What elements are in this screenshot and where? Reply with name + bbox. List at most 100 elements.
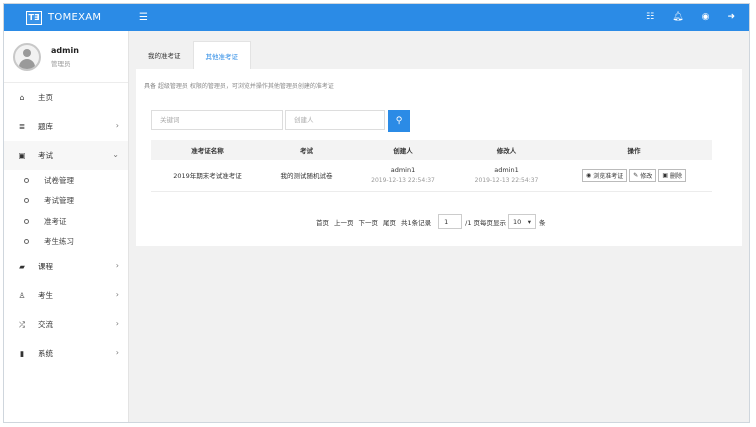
- column-header-name: 准考证名称: [191, 147, 224, 155]
- submenu-item-admission-ticket[interactable]: 准考证: [4, 211, 128, 232]
- circle-icon: [24, 198, 29, 204]
- chevron-right-icon: ›: [115, 348, 119, 357]
- sidebar-item-question-bank[interactable]: ≣ 题库 ›: [4, 112, 128, 141]
- logout-icon[interactable]: ➜: [727, 13, 735, 22]
- eye-icon: ◉: [586, 171, 592, 179]
- prev-page-link[interactable]: 上一页: [334, 217, 354, 227]
- exam-submenu: 试卷管理 考试管理 准考证 考生练习: [4, 170, 128, 252]
- circle-icon: [24, 218, 29, 224]
- sidebar-item-label: 系统: [38, 349, 53, 358]
- sidebar-item-label: 考生: [38, 291, 53, 300]
- page-number-input[interactable]: 1: [438, 214, 463, 229]
- per-page-unit: 条: [539, 218, 546, 227]
- cell-modifier: admin1 2019-12-13 22:54:37: [457, 160, 556, 191]
- table-row: 2019年期末考试准考证 我的测试随机试卷 admin1 2019-12-13 …: [151, 160, 712, 191]
- column-header-exam: 考试: [300, 147, 313, 155]
- next-page-link[interactable]: 下一页: [359, 217, 379, 227]
- sidebar-item-label: 交流: [38, 320, 53, 329]
- total-records: 共1条记录: [401, 218, 432, 227]
- system-icon: ▮: [19, 349, 25, 358]
- logo-icon: T∃: [26, 10, 42, 25]
- chevron-right-icon: ›: [115, 319, 119, 328]
- cell-actions: ◉ 浏览准考证 ✎ 修改 ▣ 删除: [556, 160, 712, 191]
- bell-icon[interactable]: 🔔︎: [672, 13, 683, 22]
- sidebar-item-label: 题库: [38, 122, 53, 131]
- per-page-select[interactable]: 10 ▾: [508, 214, 537, 229]
- column-header-actions: 操作: [627, 147, 641, 155]
- content-panel: 我的准考证 其他准考证 具备 超级管理员 权限的管理员，可浏览并操作其他管理员创…: [136, 41, 742, 246]
- user-role: 管理员: [51, 59, 71, 68]
- sidebar-item-system[interactable]: ▮ 系统 ›: [4, 339, 128, 368]
- last-page-link[interactable]: 尾页: [383, 217, 396, 227]
- submenu-item-practice[interactable]: 考生练习: [4, 232, 128, 253]
- creator-name: admin1: [390, 166, 416, 175]
- circle-icon: [24, 239, 29, 245]
- search-bar: ⚲: [151, 110, 410, 132]
- first-page-link[interactable]: 首页: [316, 217, 329, 227]
- avatar: [13, 42, 41, 71]
- submenu-item-label: 考试管理: [44, 196, 74, 206]
- creator-input[interactable]: [285, 110, 385, 130]
- calendar-icon: ▣: [18, 151, 26, 160]
- home-icon: ⌂: [19, 93, 25, 102]
- list-icon[interactable]: ☷: [646, 13, 654, 22]
- sidebar-item-exam[interactable]: ▣ 考试 ⌄: [4, 141, 128, 170]
- submenu-item-exam-manage[interactable]: 考试管理: [4, 191, 128, 212]
- caret-down-icon: ▾: [527, 217, 532, 226]
- ticket-table: 准考证名称 考试 创建人 修改人 操作 2019年期末考试准考证 我的测试随机试…: [151, 140, 712, 192]
- permission-notice: 具备 超级管理员 权限的管理员，可浏览并操作其他管理员创建的准考证: [144, 83, 334, 90]
- menu-toggle-icon[interactable]: ☰: [139, 4, 148, 31]
- submenu-item-label: 试卷管理: [44, 175, 74, 185]
- main-content: 我的准考证 其他准考证 具备 超级管理员 权限的管理员，可浏览并操作其他管理员创…: [129, 31, 749, 422]
- chevron-right-icon: ›: [115, 121, 119, 130]
- submenu-item-label: 考生练习: [44, 237, 74, 247]
- chevron-right-icon: ›: [115, 261, 119, 270]
- cell-ticket-name: 2019年期末考试准考证: [173, 172, 242, 181]
- keyword-input[interactable]: [151, 110, 283, 130]
- database-icon: ≣: [18, 122, 26, 131]
- user-panel: admin 管理员: [4, 31, 128, 83]
- sidebar: admin 管理员 ⌂ 主页 ≣ 题库 › ▣ 考试 ⌄ 试卷管理 考试管理 准…: [4, 31, 129, 422]
- sidebar-item-label: 主页: [38, 93, 53, 102]
- book-icon: ▰: [19, 262, 25, 271]
- per-page-label: 每页显示: [480, 218, 507, 227]
- modifier-name: admin1: [494, 166, 519, 175]
- brand-name: TOMEXAM: [48, 12, 102, 23]
- sidebar-item-label: 考试: [38, 151, 53, 160]
- top-bar: T∃ TOMEXAM ☰ ☷ 🔔︎ ◉ ➜: [4, 4, 749, 31]
- created-time: 2019-12-13 22:54:37: [371, 177, 435, 185]
- sidebar-item-course[interactable]: ▰ 课程 ›: [4, 252, 128, 281]
- view-ticket-button[interactable]: ◉ 浏览准考证: [582, 168, 628, 182]
- search-button[interactable]: ⚲: [388, 110, 410, 132]
- modified-time: 2019-12-13 22:54:37: [474, 177, 539, 185]
- app-window: T∃ TOMEXAM ☰ ☷ 🔔︎ ◉ ➜ admin 管理员 ⌂ 主页 ≣ 题…: [3, 3, 750, 423]
- shuffle-icon: ⤮: [19, 319, 25, 329]
- sidebar-item-examinee[interactable]: ♙ 考生 ›: [4, 281, 128, 310]
- person-icon: ♙: [18, 291, 26, 300]
- tab-other-tickets[interactable]: 其他准考证: [192, 41, 251, 69]
- column-header-creator: 创建人: [393, 147, 413, 155]
- sidebar-item-home[interactable]: ⌂ 主页: [4, 83, 128, 112]
- pagination: 首页 上一页 下一页 尾页 共1条记录 1 /1 页 每页显示 10 ▾ 条: [316, 214, 546, 229]
- chevron-right-icon: ›: [115, 290, 119, 299]
- circle-icon: [24, 177, 29, 183]
- table-header-row: 准考证名称 考试 创建人 修改人 操作: [151, 140, 712, 160]
- tab-my-tickets[interactable]: 我的准考证: [136, 41, 193, 69]
- user-icon[interactable]: ◉: [702, 13, 710, 22]
- tab-bar: 我的准考证 其他准考证: [136, 41, 742, 69]
- chevron-down-icon: ⌄: [112, 150, 119, 159]
- delete-button[interactable]: ▣ 删除: [658, 168, 686, 182]
- submenu-item-label: 准考证: [44, 216, 67, 226]
- user-name: admin: [51, 45, 79, 55]
- brand[interactable]: T∃ TOMEXAM: [4, 4, 134, 31]
- submenu-item-paper[interactable]: 试卷管理: [4, 170, 128, 191]
- search-icon: ⚲: [395, 116, 403, 126]
- wrench-icon: ✎: [633, 171, 639, 179]
- total-pages: /1 页: [465, 218, 481, 227]
- cell-exam: 我的测试随机试卷: [280, 172, 333, 181]
- sidebar-item-exchange[interactable]: ⤮ 交流 ›: [4, 310, 128, 339]
- edit-button[interactable]: ✎ 修改: [629, 168, 657, 182]
- cell-creator: admin1 2019-12-13 22:54:37: [349, 160, 457, 191]
- sidebar-item-label: 课程: [38, 262, 53, 271]
- close-box-icon: ▣: [662, 171, 668, 179]
